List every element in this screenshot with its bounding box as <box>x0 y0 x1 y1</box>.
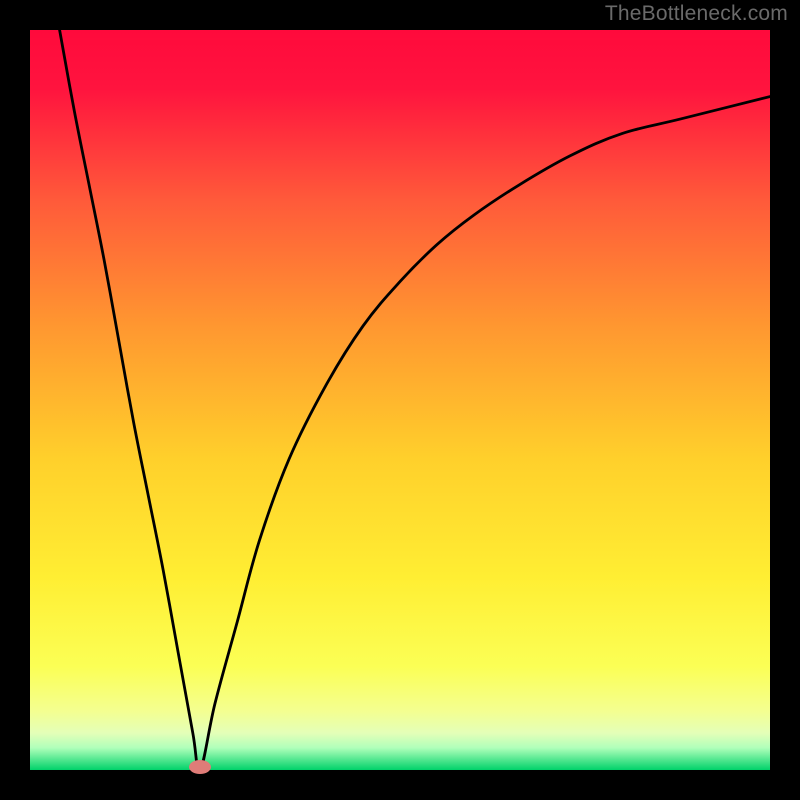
chart-svg <box>30 30 770 770</box>
chart-container: TheBottleneck.com <box>0 0 800 800</box>
optimal-point-marker <box>189 760 211 774</box>
watermark-text: TheBottleneck.com <box>605 2 788 26</box>
heatmap-background <box>30 30 770 770</box>
plot-area <box>30 30 770 770</box>
